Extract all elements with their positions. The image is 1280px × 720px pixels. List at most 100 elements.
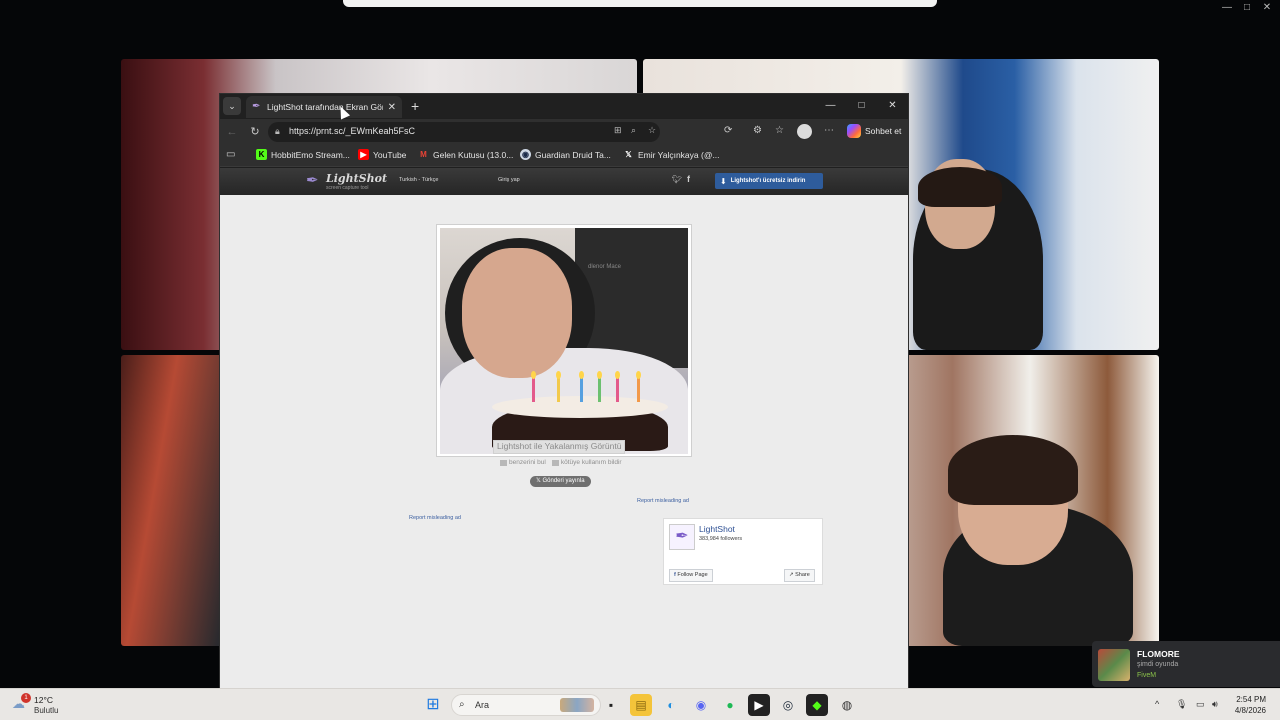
facebook-icon: f <box>674 572 676 578</box>
app-icon[interactable]: ◍ <box>836 694 858 716</box>
screenshot-caption: Lightshot ile Yakalanmış Görüntü <box>493 440 626 454</box>
browser-toolbar: ← ↻ 🔒︎ https://prnt.sc/_EWmKeah5FsC ⊞ ⌕ … <box>220 119 908 145</box>
tab-close-icon[interactable]: ✕ <box>388 102 396 113</box>
favorite-item[interactable]: 𝕏 Emir Yalçınkaya (@... <box>623 149 720 160</box>
report-abuse-label: kötüye kullanım bildir <box>560 459 622 466</box>
image-icon <box>500 459 507 466</box>
tab-list-chevron-icon[interactable]: ⌄ <box>223 97 241 115</box>
post-on-x-button[interactable]: 𝕏 Gönderi yayınla <box>530 476 591 487</box>
favorite-item[interactable]: M Gelen Kutusu (13.0... <box>418 149 513 160</box>
minimize-icon[interactable]: — <box>1218 0 1236 16</box>
favorite-item[interactable]: ▶ YouTube <box>358 149 406 160</box>
flame <box>636 371 641 379</box>
system-clock[interactable]: 2:54 PM 4/8/2026 <box>1226 694 1266 716</box>
spotify-icon[interactable]: ● <box>719 694 741 716</box>
volume-icon[interactable]: 🔊︎ <box>1212 699 1218 710</box>
extension-icon[interactable]: ⟳ <box>724 125 732 136</box>
screenshot-frame[interactable]: dlenor Mace <box>436 224 692 457</box>
flame <box>531 371 536 379</box>
discord-icon[interactable]: ◉ <box>690 694 712 716</box>
profile-avatar[interactable] <box>797 124 812 139</box>
flame <box>579 371 584 379</box>
candle <box>580 378 583 402</box>
close-icon[interactable]: ✕ <box>1258 0 1276 16</box>
feather-icon: ✒ <box>306 172 319 189</box>
flame <box>597 371 602 379</box>
close-icon[interactable]: ✕ <box>877 94 908 118</box>
weather-condition: Bulutlu <box>34 706 59 715</box>
login-link[interactable]: Giriş yap <box>498 177 520 183</box>
candle <box>557 378 560 402</box>
lightshot-page: ✒ LightShot screen capture tool Turkish … <box>220 168 908 688</box>
lightshot-header: ✒ LightShot screen capture tool Turkish … <box>220 168 908 195</box>
chevron-up-icon[interactable]: ^ <box>1155 699 1159 709</box>
microphone-icon[interactable]: 🎙︎ <box>1176 699 1187 710</box>
network-icon[interactable]: ▭ <box>1196 699 1205 710</box>
favorites-icon[interactable]: ☆ <box>775 125 784 136</box>
steam-icon[interactable]: ◎ <box>777 694 799 716</box>
file-explorer-icon[interactable]: ▤ <box>630 694 652 716</box>
language-selector[interactable]: Turkish - Türkçe <box>399 177 438 183</box>
temperature: 12°C <box>34 695 53 705</box>
clock-time: 2:54 PM <box>1236 695 1266 704</box>
game-notification[interactable]: FLOMORE şimdi oyunda FiveM <box>1092 641 1280 687</box>
more-options-icon[interactable]: ⋯ <box>824 125 834 136</box>
follow-page-button[interactable]: f Follow Page <box>669 569 713 582</box>
new-tab-plus-icon[interactable]: + <box>411 97 419 115</box>
favorite-item[interactable]: ◉ Guardian Druid Ta... <box>520 149 611 160</box>
flame <box>556 371 561 379</box>
zoom-icon[interactable]: ⌕ <box>631 125 636 136</box>
copilot-button[interactable]: Sohbet et <box>847 124 901 138</box>
refresh-icon[interactable]: ↻ <box>247 124 263 140</box>
facebook-page-widget: ✒ LightShot 383,984 followers f Follow P… <box>663 518 823 585</box>
x-twitter-icon: 𝕏 <box>625 150 632 159</box>
meeting-top-bar[interactable] <box>343 0 937 7</box>
star-icon[interactable]: ☆ <box>648 125 656 136</box>
candle <box>637 378 640 402</box>
twitter-icon[interactable]: 🐦︎ <box>672 175 682 184</box>
feather-icon[interactable]: ✒ <box>669 524 695 550</box>
maximize-icon[interactable]: □ <box>846 94 877 118</box>
report-misleading-ad-link[interactable]: Report misleading ad <box>637 498 689 504</box>
taskbar-search[interactable]: ⌕ Ara <box>451 694 601 716</box>
share-button[interactable]: ↗ Share <box>784 569 815 582</box>
report-misleading-ad-link[interactable]: Report misleading ad <box>409 515 461 521</box>
browser-essentials-icon[interactable]: ⚙ <box>753 125 762 136</box>
edge-icon[interactable]: ◐ <box>660 694 682 716</box>
favorite-item[interactable]: K HobbitEmo Stream... <box>256 149 350 160</box>
report-abuse-link[interactable]: kötüye kullanım bildir <box>551 459 622 466</box>
maximize-icon[interactable]: □ <box>1238 0 1256 16</box>
favorite-label: Emir Yalçınkaya (@... <box>638 149 720 160</box>
address-bar[interactable]: 🔒︎ https://prnt.sc/_EWmKeah5FsC ⊞ ⌕ ☆ <box>268 122 660 142</box>
terminal-icon[interactable]: ▶ <box>748 694 770 716</box>
find-similar-link[interactable]: benzerini bul <box>500 459 546 466</box>
start-windows-icon[interactable]: ⊞ <box>422 694 444 716</box>
notification-user: FLOMORE <box>1137 649 1180 659</box>
youtube-icon: ▶ <box>358 149 369 160</box>
download-button[interactable]: ⬇ Lightshot'ı ücretsiz indirin <box>715 173 823 189</box>
notification-status: şimdi oyunda <box>1137 661 1179 668</box>
candle <box>532 378 535 402</box>
minimize-icon[interactable]: — <box>815 94 846 118</box>
browser-window: ⌄ ✒ LightShot tarafından Ekran Görüntü ✕… <box>219 93 909 689</box>
follow-label: Follow Page <box>677 572 708 578</box>
search-icon: ⌕ <box>459 699 465 710</box>
obs-kick-icon[interactable]: ◆ <box>806 694 828 716</box>
logo-tagline: screen capture tool <box>326 185 369 191</box>
screenshot-image: dlenor Mace <box>440 228 688 454</box>
kick-icon: K <box>256 149 267 160</box>
flame <box>615 371 620 379</box>
back-arrow-icon[interactable]: ← <box>224 124 240 140</box>
fb-page-name[interactable]: LightShot <box>699 524 735 534</box>
apps-grid-icon[interactable]: ⊞ <box>614 125 622 136</box>
download-icon: ⬇ <box>720 176 727 186</box>
facebook-icon[interactable]: f <box>687 174 690 184</box>
task-view-icon[interactable]: ▪ <box>600 694 622 716</box>
wowhead-icon: ◉ <box>520 149 531 160</box>
participant-hair <box>918 167 1002 207</box>
person-face <box>462 248 572 378</box>
desktop: — □ ✕ ⌄ ✒ LightShot tarafından Ekran Gör… <box>0 0 1280 720</box>
candle <box>616 378 619 402</box>
sidebar-toggle-icon[interactable]: ▭ <box>226 149 235 160</box>
tab-lightshot[interactable]: ✒ LightShot tarafından Ekran Görüntü ✕ <box>246 96 402 118</box>
